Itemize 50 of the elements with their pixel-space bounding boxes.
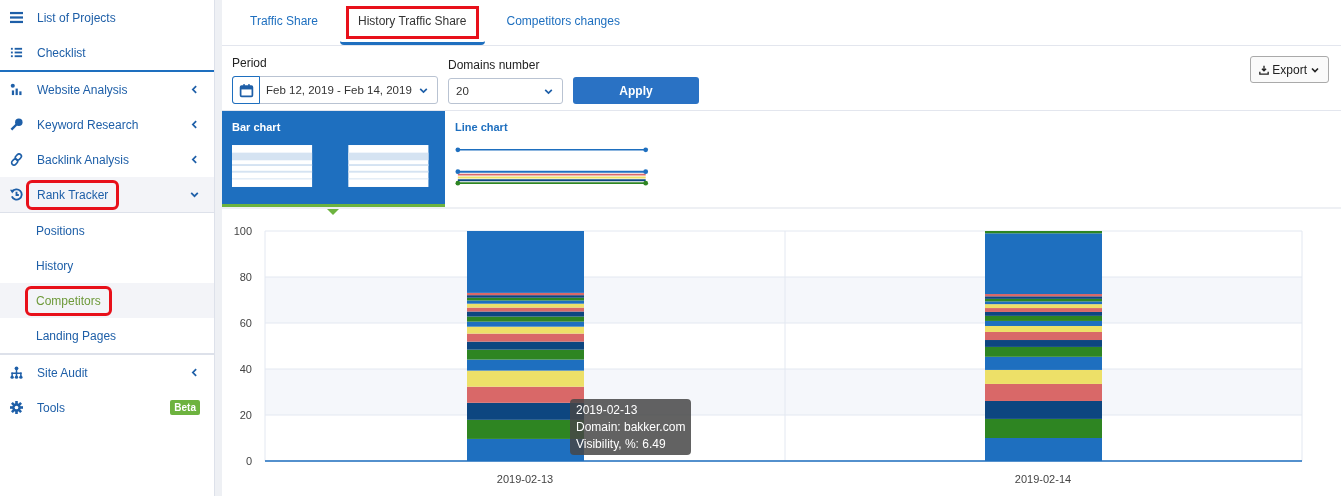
axis-category-label: 2019-02-14 <box>1014 473 1072 485</box>
axis-tick-label: 100 <box>233 225 252 237</box>
sidebar-item[interactable]: Keyword Research <box>0 107 214 142</box>
sidebar-item[interactable]: Backlink Analysis <box>0 142 214 177</box>
tab[interactable]: Competitors changes <box>488 0 638 45</box>
axis-tick-label: 40 <box>239 363 252 375</box>
bar-segment[interactable] <box>985 331 1102 340</box>
field-label: Period <box>232 56 268 70</box>
settings-icon <box>10 401 23 414</box>
sidebar-item[interactable]: Checklist <box>0 35 214 70</box>
tooltip-text: Domain: bakker.com <box>576 420 686 434</box>
axis-tick-label: 0 <box>245 455 252 467</box>
sidebar-item[interactable]: List of Projects <box>0 0 214 35</box>
sidebar-subitem[interactable]: History <box>0 248 214 283</box>
sidebar-subitem[interactable]: Positions <box>0 213 214 248</box>
calendar-icon <box>238 82 254 98</box>
bar-segment[interactable] <box>467 311 584 317</box>
export-button[interactable]: Export <box>1250 56 1329 83</box>
axis-tick-label: 60 <box>239 317 252 329</box>
key-icon <box>10 118 23 131</box>
bar-segment[interactable] <box>467 341 584 350</box>
chart-type-option[interactable]: Bar chart <box>222 111 445 207</box>
beta-badge: Beta <box>170 400 200 415</box>
apply-button[interactable]: Apply <box>573 77 699 104</box>
sidebar-item[interactable]: Rank Tracker <box>0 177 214 213</box>
domains-select[interactable]: 20 <box>448 78 563 104</box>
sidebar-subitem[interactable]: Landing Pages <box>0 318 214 353</box>
sidebar-item[interactable]: Tools Beta <box>0 390 214 425</box>
tab[interactable]: Traffic Share <box>232 0 337 45</box>
menu-icon <box>10 11 23 24</box>
link-icon <box>10 153 23 166</box>
sitemap-icon <box>10 366 23 379</box>
axis-tick-label: 80 <box>239 271 252 283</box>
sidebar-item[interactable]: Site Audit <box>0 355 214 390</box>
field-label: Domains number <box>448 58 541 72</box>
pointer-triangle-icon <box>327 209 339 215</box>
bar-segment[interactable] <box>985 301 1102 305</box>
axis-tick-label: 20 <box>239 409 252 421</box>
axis-category-label: 2019-02-13 <box>496 473 554 485</box>
chart-icon <box>10 83 23 96</box>
chart-type-option[interactable]: Line chart <box>445 111 668 207</box>
tab[interactable]: History Traffic Share <box>340 0 485 45</box>
list-icon <box>10 46 23 59</box>
history-icon <box>10 188 23 201</box>
sidebar-item[interactable]: Website Analysis <box>0 72 214 107</box>
date-range-field[interactable]: Feb 12, 2019 - Feb 14, 2019 <box>232 76 438 104</box>
tooltip-text: 2019-02-13 <box>576 403 639 417</box>
tooltip-text: Visibility, %: 6.49 <box>576 437 667 451</box>
bar-segment[interactable] <box>985 311 1102 316</box>
download-icon <box>1259 64 1270 75</box>
